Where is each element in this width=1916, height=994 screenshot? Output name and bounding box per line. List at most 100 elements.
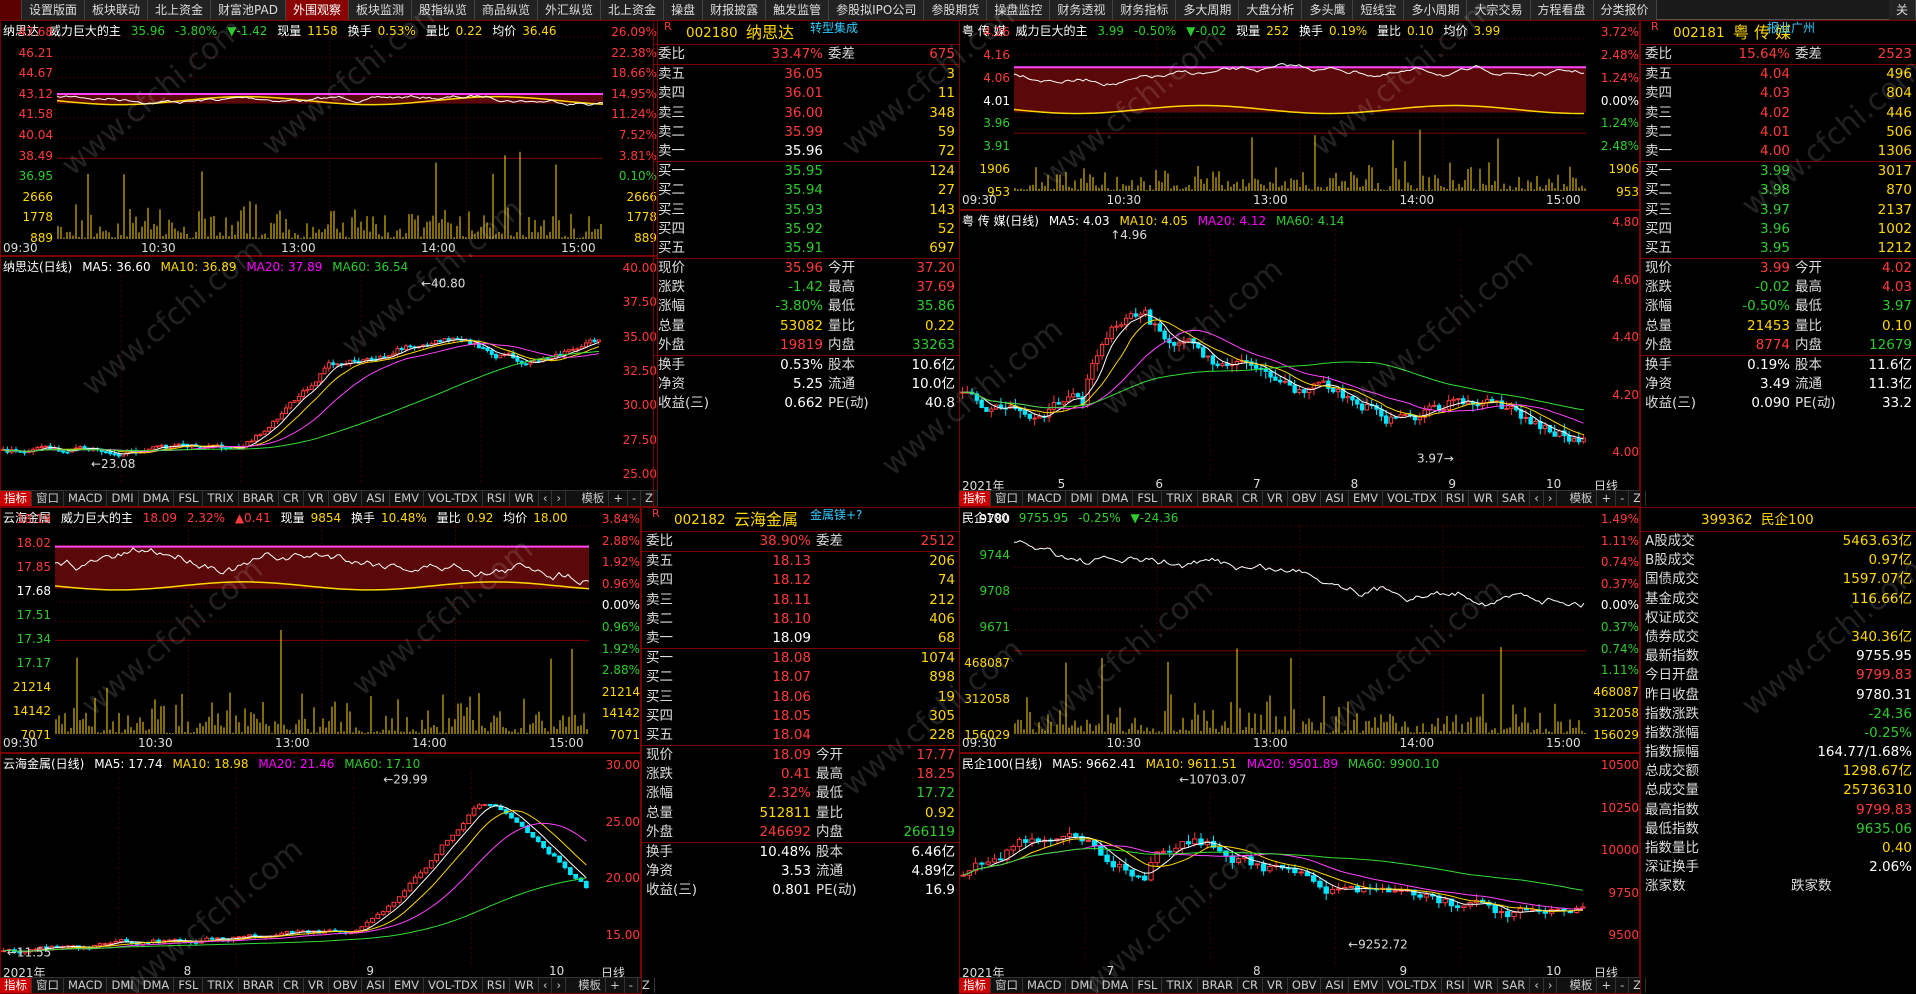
toolbar-item-TRIX[interactable]: TRIX	[203, 491, 239, 506]
toolbar-item-BRAR[interactable]: BRAR	[1198, 978, 1239, 993]
p1-intraday-chart[interactable]: 纳思达 威力巨大的主 35.96 -3.80% ▼-1.42 现量 1158 换手…	[0, 20, 658, 256]
p1-daily-chart[interactable]: 纳思达(日线) MA5: 36.60 MA10: 36.89 MA20: 37.…	[0, 256, 658, 507]
toolbar-right-item[interactable]: +	[609, 491, 628, 506]
tab-14[interactable]: 参股期货	[924, 0, 988, 20]
toolbar-right-item[interactable]: -	[1616, 978, 1630, 993]
tab-2[interactable]: 北上资金	[148, 0, 212, 20]
tab-25[interactable]: 分类报价	[1593, 0, 1657, 20]
toolbar-item-OBV[interactable]: OBV	[329, 978, 363, 993]
toolbar-item-MACD[interactable]: MACD	[1023, 978, 1067, 993]
toolbar-item-›[interactable]: ›	[552, 491, 567, 506]
tab-3[interactable]: 财富池PAD	[211, 0, 286, 20]
toolbar-item-›[interactable]: ›	[552, 978, 567, 993]
tab-21[interactable]: 短线宝	[1353, 0, 1405, 20]
toolbar-item-EMV[interactable]: EMV	[1349, 978, 1383, 993]
tab-22[interactable]: 多小周期	[1404, 0, 1468, 20]
toolbar-item-TRIX[interactable]: TRIX	[1162, 978, 1198, 993]
toolbar-item-VOL-TDX[interactable]: VOL-TDX	[1383, 978, 1442, 993]
p3-daily-chart[interactable]: 云海金属(日线) MA5: 17.74 MA10: 18.98 MA20: 21…	[0, 753, 641, 994]
p2-intraday-chart[interactable]: 粤 传 媒 威力巨大的主 3.99 -0.50% ▼-0.02 现量 252 换手…	[959, 20, 1640, 210]
p2-daily-chart[interactable]: 粤 传 媒(日线) MA5: 4.03 MA10: 4.05 MA20: 4.1…	[959, 210, 1640, 507]
tab-4[interactable]: 外围观察	[285, 0, 349, 20]
p3-intraday-chart[interactable]: 云海金属 威力巨大的主 18.09 2.32% ▲0.41 现量 9854 换手 1…	[0, 507, 641, 753]
toolbar-item-FSL[interactable]: FSL	[1133, 491, 1163, 506]
tab-16[interactable]: 财务透视	[1050, 0, 1114, 20]
toolbar-item-CR[interactable]: CR	[1238, 491, 1264, 506]
tab-11[interactable]: 财报披露	[703, 0, 767, 20]
tab-15[interactable]: 操盘监控	[987, 0, 1051, 20]
toolbar-item-VR[interactable]: VR	[1263, 978, 1288, 993]
toolbar-right-item[interactable]: 模板	[574, 978, 607, 993]
toolbar-item-ASI[interactable]: ASI	[1321, 978, 1349, 993]
tab-18[interactable]: 多大周期	[1176, 0, 1240, 20]
toolbar-right-item[interactable]: -	[628, 491, 642, 506]
toolbar-item-BRAR[interactable]: BRAR	[1198, 491, 1239, 506]
tab-6[interactable]: 股指纵览	[412, 0, 476, 20]
tab-23[interactable]: 大宗交易	[1467, 0, 1531, 20]
toolbar-item-RSI[interactable]: RSI	[1442, 978, 1470, 993]
tab-24[interactable]: 方程看盘	[1530, 0, 1594, 20]
close-button[interactable]: 关	[1888, 0, 1916, 20]
toolbar-item-VR[interactable]: VR	[304, 978, 329, 993]
toolbar-item-WR[interactable]: WR	[1469, 978, 1498, 993]
toolbar-item-SAR[interactable]: SAR	[1498, 491, 1531, 506]
toolbar-item-DMI[interactable]: DMI	[107, 978, 139, 993]
toolbar-item-TRIX[interactable]: TRIX	[1162, 491, 1198, 506]
toolbar-item-ASI[interactable]: ASI	[362, 978, 390, 993]
toolbar-item-OBV[interactable]: OBV	[1288, 978, 1322, 993]
tab-0[interactable]: 设置版面	[22, 0, 86, 20]
toolbar-item-指标[interactable]: 指标	[0, 491, 32, 506]
toolbar-item-DMI[interactable]: DMI	[107, 491, 139, 506]
toolbar-item-EMV[interactable]: EMV	[390, 978, 424, 993]
toolbar-item-指标[interactable]: 指标	[0, 978, 32, 993]
toolbar-item-CR[interactable]: CR	[279, 491, 305, 506]
toolbar-item-›[interactable]: ›	[1544, 978, 1558, 993]
toolbar-item-RSI[interactable]: RSI	[483, 978, 511, 993]
toolbar-item-‹[interactable]: ‹	[1530, 491, 1544, 506]
tab-5[interactable]: 板块监测	[348, 0, 412, 20]
toolbar-right-item[interactable]: +	[1597, 491, 1617, 506]
toolbar-item-窗口[interactable]: 窗口	[32, 978, 64, 993]
toolbar-right-item[interactable]: +	[606, 978, 625, 993]
toolbar-item-DMI[interactable]: DMI	[1066, 978, 1098, 993]
p4-daily-chart[interactable]: 民企100(日线) MA5: 9662.41 MA10: 9611.51 MA2…	[959, 753, 1640, 994]
toolbar-item-EMV[interactable]: EMV	[1349, 491, 1383, 506]
toolbar-item-FSL[interactable]: FSL	[1133, 978, 1163, 993]
toolbar-item-FSL[interactable]: FSL	[174, 491, 204, 506]
toolbar-item-VOL-TDX[interactable]: VOL-TDX	[1383, 491, 1442, 506]
toolbar-item-MACD[interactable]: MACD	[1023, 491, 1067, 506]
toolbar-right-item[interactable]: 模板	[577, 491, 610, 506]
toolbar-item-EMV[interactable]: EMV	[390, 491, 424, 506]
toolbar-item-WR[interactable]: WR	[1469, 491, 1498, 506]
toolbar-item-窗口[interactable]: 窗口	[32, 491, 64, 506]
toolbar-item-RSI[interactable]: RSI	[1442, 491, 1470, 506]
toolbar-item-‹[interactable]: ‹	[539, 491, 553, 506]
tab-1[interactable]: 板块联动	[85, 0, 149, 20]
toolbar-item-TRIX[interactable]: TRIX	[203, 978, 239, 993]
toolbar-item-DMI[interactable]: DMI	[1066, 491, 1098, 506]
toolbar-item-RSI[interactable]: RSI	[483, 491, 511, 506]
toolbar-item-MACD[interactable]: MACD	[64, 491, 108, 506]
toolbar-item-CR[interactable]: CR	[1238, 978, 1264, 993]
toolbar-item-DMA[interactable]: DMA	[139, 491, 175, 506]
toolbar-item-BRAR[interactable]: BRAR	[239, 491, 280, 506]
toolbar-item-WR[interactable]: WR	[510, 978, 539, 993]
toolbar-item-窗口[interactable]: 窗口	[991, 978, 1023, 993]
toolbar-item-指标[interactable]: 指标	[959, 978, 991, 993]
toolbar-item-OBV[interactable]: OBV	[1288, 491, 1322, 506]
toolbar-item-SAR[interactable]: SAR	[1498, 978, 1531, 993]
toolbar-item-WR[interactable]: WR	[510, 491, 539, 506]
toolbar-item-DMA[interactable]: DMA	[139, 978, 175, 993]
toolbar-item-窗口[interactable]: 窗口	[991, 491, 1023, 506]
toolbar-item-ASI[interactable]: ASI	[1321, 491, 1349, 506]
toolbar-item-MACD[interactable]: MACD	[64, 978, 108, 993]
toolbar-right-item[interactable]: +	[1597, 978, 1617, 993]
toolbar-item-›[interactable]: ›	[1544, 491, 1558, 506]
toolbar-item-指标[interactable]: 指标	[959, 491, 991, 506]
toolbar-right-item[interactable]: 模板	[1565, 491, 1598, 506]
toolbar-item-‹[interactable]: ‹	[1530, 978, 1544, 993]
toolbar-right-item[interactable]: 模板	[1565, 978, 1598, 993]
toolbar-item-FSL[interactable]: FSL	[174, 978, 204, 993]
tab-17[interactable]: 财务指标	[1113, 0, 1177, 20]
toolbar-item-VR[interactable]: VR	[1263, 491, 1288, 506]
